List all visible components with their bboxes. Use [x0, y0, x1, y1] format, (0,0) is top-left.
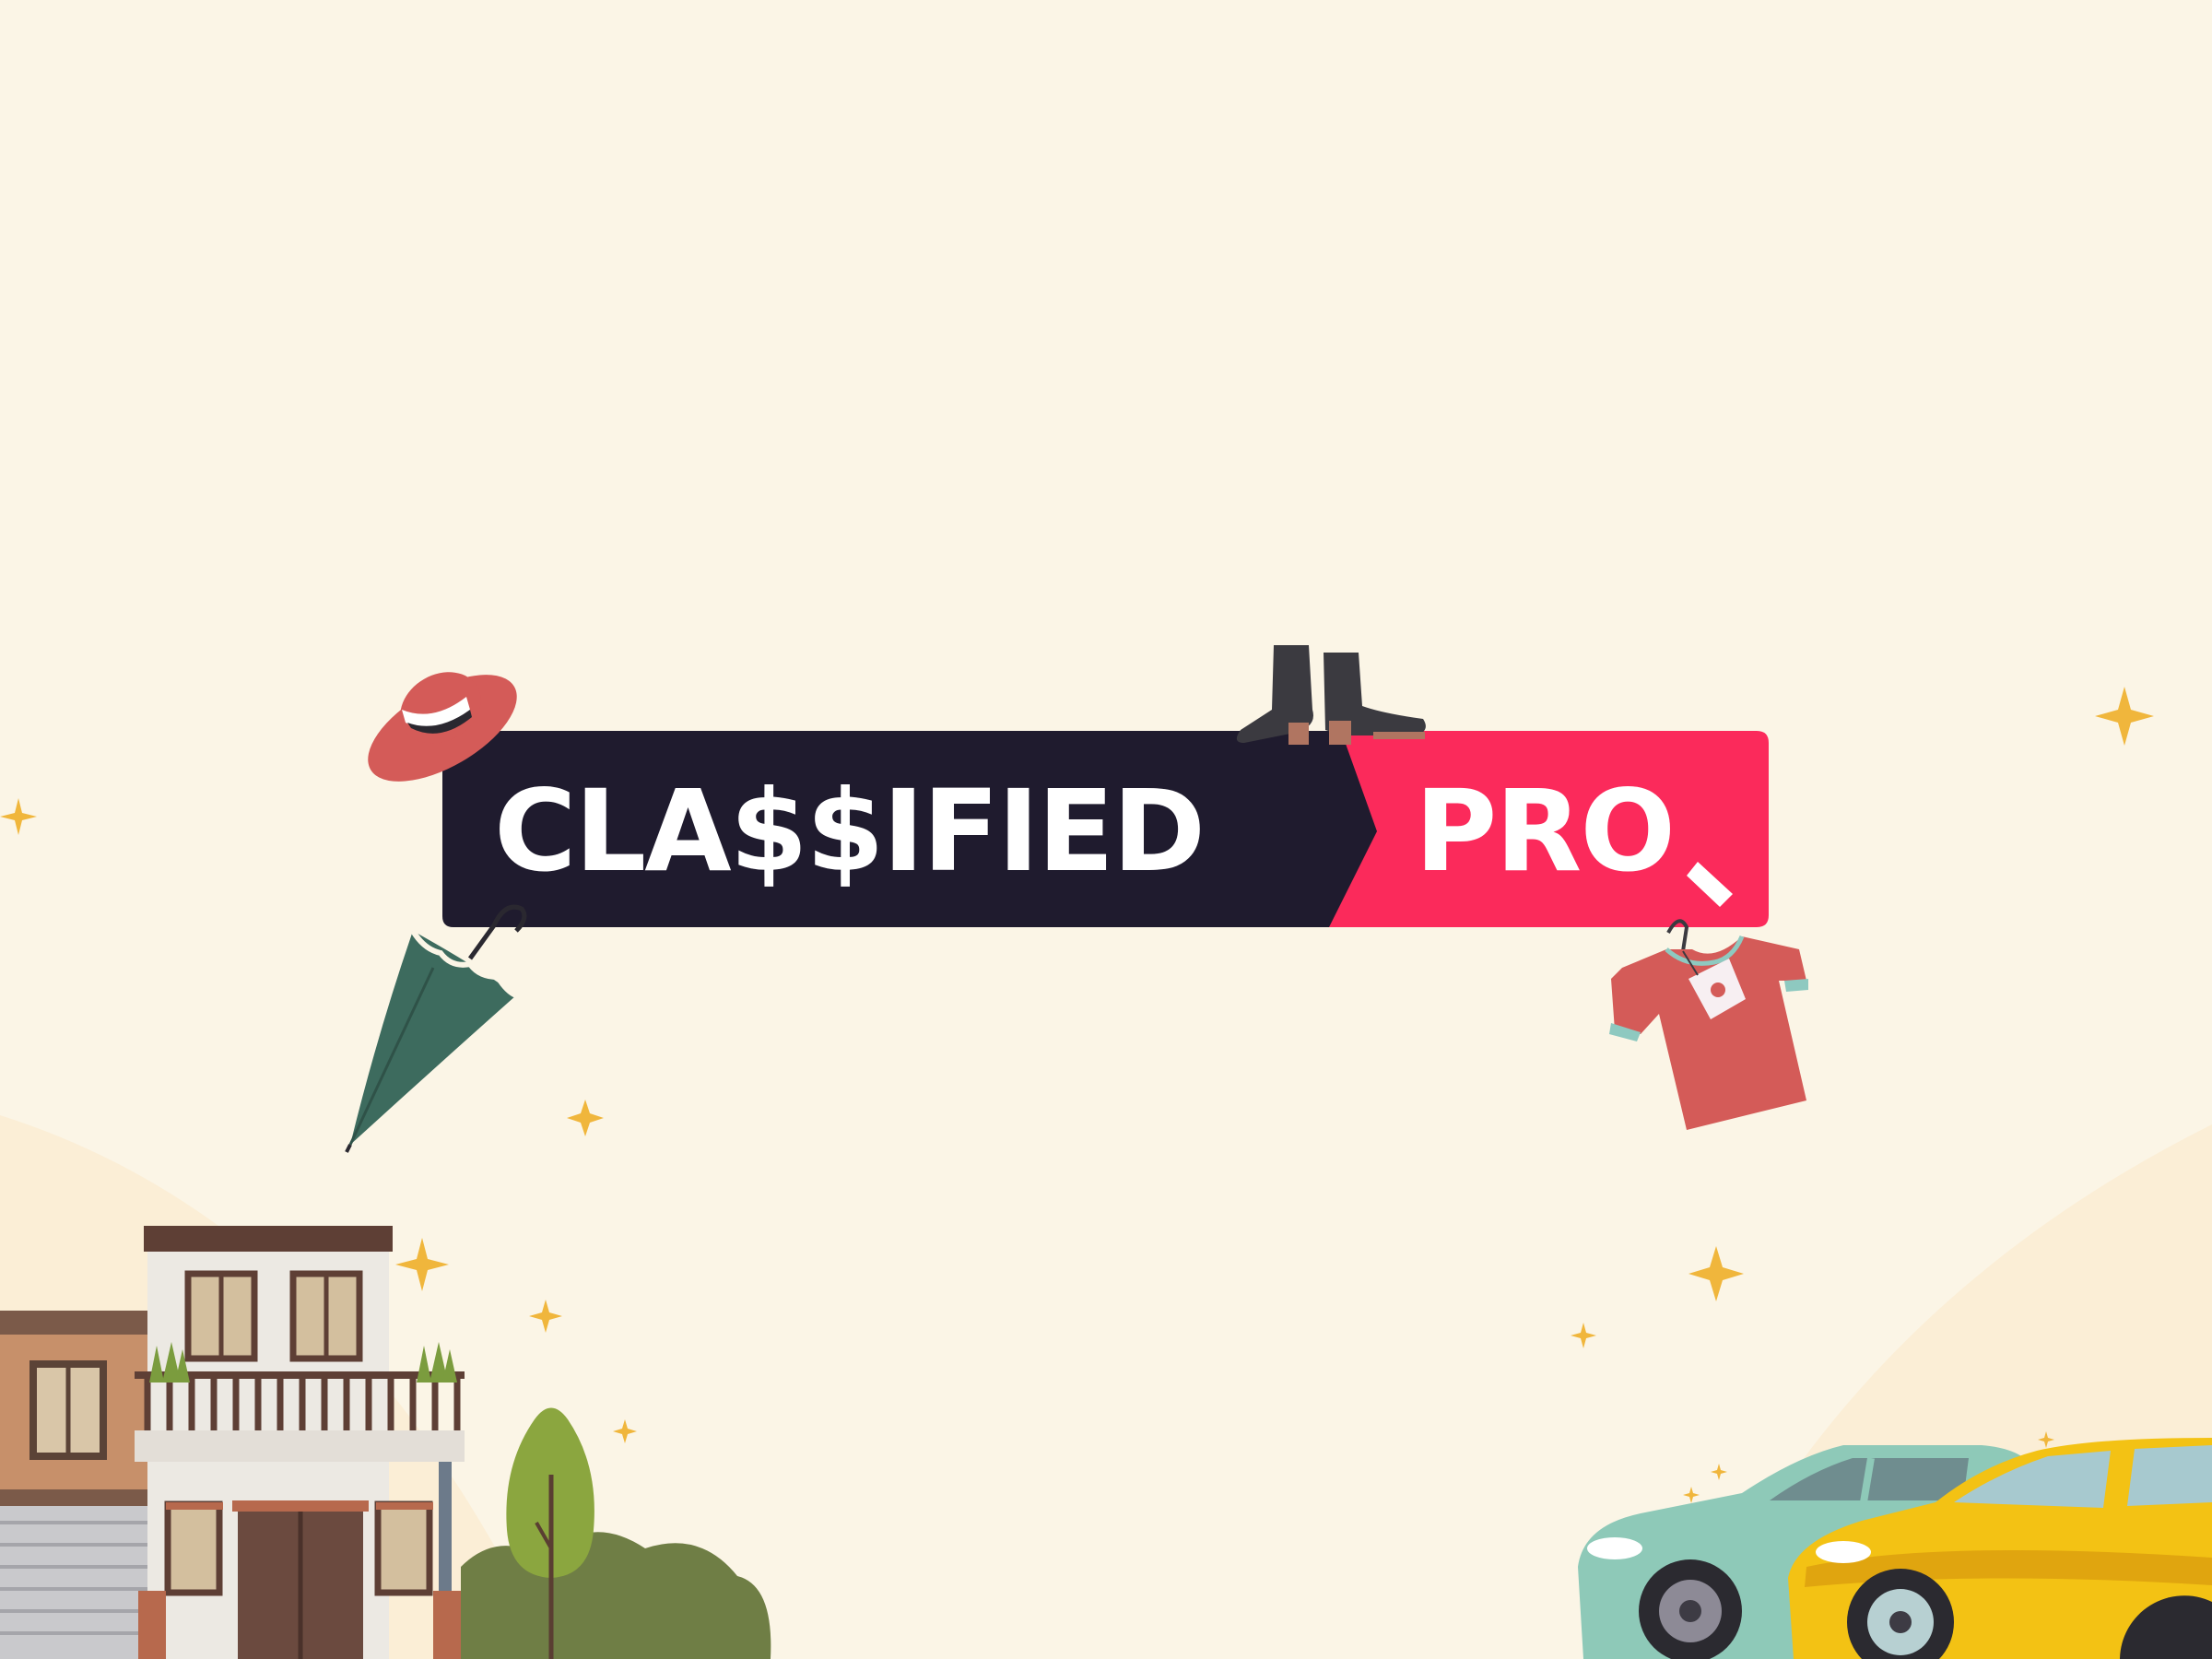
umbrella-icon [345, 904, 527, 1153]
tshirt-icon [1609, 919, 1808, 1130]
brand-name-part-2: PRO [1415, 766, 1676, 897]
boots-icon [1236, 645, 1426, 745]
brand-name-part-1: CLA$$IFIED [494, 766, 1206, 897]
